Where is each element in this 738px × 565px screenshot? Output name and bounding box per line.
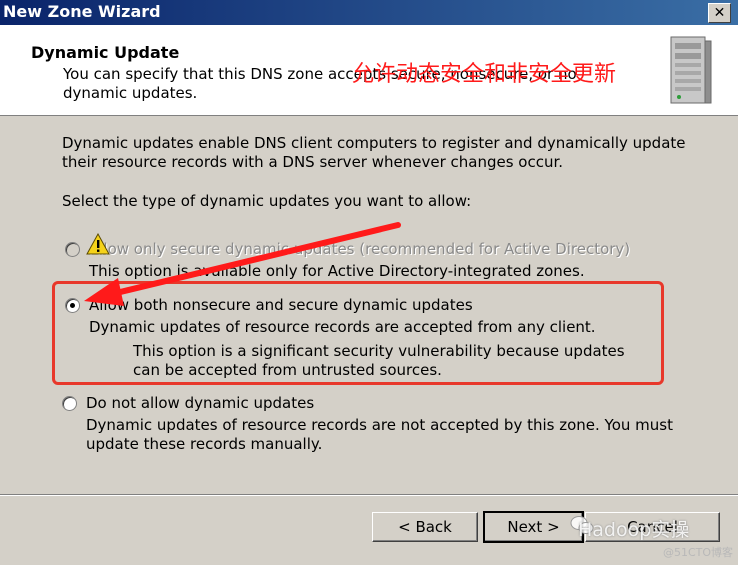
- title-bar: New Zone Wizard ✕: [0, 0, 738, 25]
- footer-divider: [0, 494, 738, 496]
- next-button[interactable]: Next >: [483, 511, 584, 543]
- intro-text: Dynamic updates enable DNS client comput…: [62, 134, 686, 171]
- radio-secure-only[interactable]: [65, 242, 80, 257]
- back-button[interactable]: < Back: [372, 512, 478, 542]
- select-prompt: Select the type of dynamic updates you w…: [62, 192, 472, 210]
- watermark-text: Hadoop实操: [578, 519, 690, 541]
- warning-icon: [86, 233, 110, 255]
- highlight-box: [52, 281, 664, 385]
- server-icon: [670, 36, 712, 104]
- annotation-text: 允许动态安全和非安全更新: [352, 62, 617, 87]
- window-title: New Zone Wizard: [3, 2, 161, 21]
- close-button[interactable]: ✕: [708, 3, 731, 23]
- option-secure-only-description: This option is available only for Active…: [89, 262, 585, 280]
- option-none-description: Dynamic updates of resource records are …: [86, 416, 673, 453]
- option-none-label: Do not allow dynamic updates: [86, 394, 315, 412]
- watermark-small: @51CTO博客: [663, 546, 734, 559]
- page-title: Dynamic Update: [31, 43, 180, 62]
- close-icon: ✕: [713, 5, 726, 21]
- radio-no-dynamic-updates[interactable]: [62, 396, 77, 411]
- option-secure-only-label: Allow only secure dynamic updates (recom…: [89, 240, 631, 258]
